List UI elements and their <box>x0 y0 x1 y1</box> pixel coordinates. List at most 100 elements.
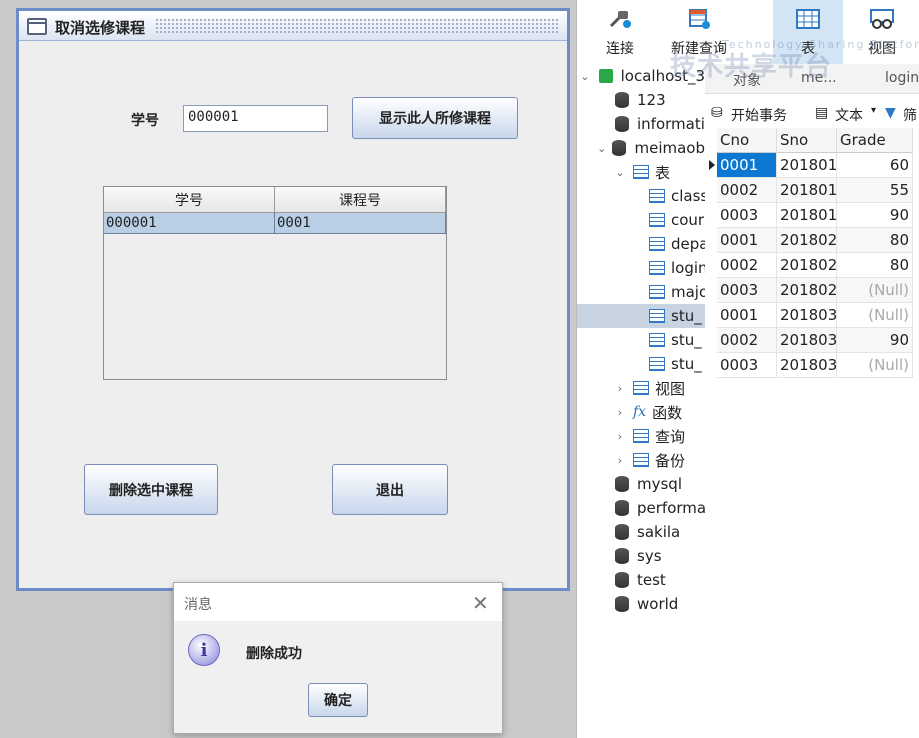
dialog-title-bar[interactable]: 消息 ✕ <box>174 583 502 621</box>
tree-item-db[interactable]: mysql <box>577 472 705 496</box>
grid-column-header[interactable]: Grade <box>837 128 913 153</box>
course-table[interactable]: 学号 课程号 000001 0001 <box>103 186 447 380</box>
table-icon <box>649 261 665 275</box>
close-icon[interactable]: ✕ <box>472 591 489 615</box>
tree-item-table[interactable]: class <box>577 184 705 208</box>
tree-item-folder-open[interactable]: ⌄ 表 <box>577 160 705 184</box>
tree-item-label: sys <box>637 547 662 565</box>
grid-column-header[interactable]: Cno <box>717 128 777 153</box>
database-icon <box>612 140 627 156</box>
grid-cell[interactable]: 0003 <box>717 278 777 303</box>
tree-item-db[interactable]: sakila <box>577 520 705 544</box>
grid-cell[interactable]: 0002 <box>717 178 777 203</box>
begin-transaction-icon[interactable]: ⛁ <box>711 105 723 121</box>
tree-item-label: sakila <box>637 523 681 541</box>
tree-item-label: 视图 <box>655 379 686 398</box>
info-icon: i <box>188 634 220 666</box>
grid-cell[interactable]: 80 <box>837 253 913 278</box>
chevron-down-icon[interactable]: ⌄ <box>613 166 627 179</box>
tree-item-db[interactable]: 123 <box>577 88 705 112</box>
tree-item-group-fx[interactable]: › fx 函数 <box>577 400 705 424</box>
grid-cell[interactable]: 90 <box>837 328 913 353</box>
grid-cell[interactable]: 0001 <box>717 228 777 253</box>
tree-item-table[interactable]: majo <box>577 280 705 304</box>
chevron-down-icon[interactable]: ⌄ <box>579 70 591 83</box>
course-cancel-window: 取消选修课程 学号 000001 显示此人所修课程 学号 课程号 000001 … <box>16 8 570 591</box>
tree-item-table[interactable]: stu_ <box>577 352 705 376</box>
grid-cell[interactable]: 60 <box>837 153 913 178</box>
grid-cell[interactable]: 201802 <box>777 228 837 253</box>
grid-cell[interactable]: 201801 <box>777 203 837 228</box>
grid-cell[interactable]: (Null) <box>837 303 913 328</box>
toolbar-connect[interactable]: 连接 <box>595 0 645 64</box>
grid-cell[interactable]: 0001 <box>717 303 777 328</box>
tree-item-db-open[interactable]: ⌄ meimaob <box>577 136 705 160</box>
tree-item-group[interactable]: › 备份 <box>577 448 705 472</box>
tree-item-db[interactable]: test <box>577 568 705 592</box>
grid-cell[interactable]: 0002 <box>717 328 777 353</box>
tree-item-group[interactable]: › 视图 <box>577 376 705 400</box>
grid-cell[interactable]: 0003 <box>717 203 777 228</box>
table-cell-student-id[interactable]: 000001 <box>104 213 275 234</box>
tree-item-table[interactable]: stu_ <box>577 304 705 328</box>
tree-item-db[interactable]: informati <box>577 112 705 136</box>
grid-cell[interactable]: 80 <box>837 228 913 253</box>
column-header-student-id[interactable]: 学号 <box>104 187 275 213</box>
connect-icon <box>609 11 631 28</box>
chevron-down-icon[interactable]: ▾ <box>871 105 876 116</box>
grid-cell[interactable]: 201802 <box>777 278 837 303</box>
tree-item-table[interactable]: depa <box>577 232 705 256</box>
database-icon <box>615 524 629 540</box>
table-icon <box>649 285 665 299</box>
grid-cell[interactable]: 201801 <box>777 178 837 203</box>
begin-transaction-button[interactable]: 开始事务 <box>731 105 787 125</box>
tree-item-db[interactable]: sys <box>577 544 705 568</box>
grid-cell[interactable]: 201801 <box>777 153 837 178</box>
table-cell-course-id[interactable]: 0001 <box>275 213 446 234</box>
grid-cell[interactable]: 0001 <box>717 153 777 178</box>
student-id-input[interactable]: 000001 <box>183 105 328 132</box>
grid-cell[interactable]: (Null) <box>837 278 913 303</box>
filter-button[interactable]: 筛 <box>903 105 917 125</box>
tree-item-table[interactable]: cour <box>577 208 705 232</box>
toolbar-view[interactable]: 视图 <box>849 0 915 64</box>
grid-cell[interactable]: 0002 <box>717 253 777 278</box>
grid-cell[interactable]: 201802 <box>777 253 837 278</box>
tab-login[interactable]: login <box>885 70 919 86</box>
show-courses-button[interactable]: 显示此人所修课程 <box>352 97 518 139</box>
tree-item-table[interactable]: login <box>577 256 705 280</box>
grid-cell[interactable]: 55 <box>837 178 913 203</box>
chevron-right-icon[interactable]: › <box>613 430 627 443</box>
data-grid[interactable]: Cno Sno Grade 0001 201801 60 0002 201801 55 0003 2… <box>709 128 919 378</box>
chevron-right-icon[interactable]: › <box>613 454 627 467</box>
chevron-right-icon[interactable]: › <box>613 406 627 419</box>
tree-item-db[interactable]: performa <box>577 496 705 520</box>
tree-item-label: mysql <box>637 475 682 493</box>
database-icon <box>615 596 629 612</box>
grid-cell[interactable]: 201803 <box>777 303 837 328</box>
tree-item-db[interactable]: world <box>577 592 705 616</box>
filter-icon[interactable]: ▼ <box>885 105 896 121</box>
table-icon <box>649 333 665 347</box>
tree-item-table[interactable]: stu_ <box>577 328 705 352</box>
grid-column-header[interactable]: Sno <box>777 128 837 153</box>
grid-cell[interactable]: 201803 <box>777 328 837 353</box>
text-view-button[interactable]: 文本 <box>835 105 863 125</box>
connection-icon <box>598 69 613 83</box>
text-view-icon[interactable]: ▤ <box>815 105 828 121</box>
grid-cell[interactable]: 0003 <box>717 353 777 378</box>
tree-item-label: login <box>671 259 705 277</box>
column-header-course-id[interactable]: 课程号 <box>275 187 446 213</box>
delete-selected-button[interactable]: 删除选中课程 <box>84 464 218 515</box>
grid-cell[interactable]: (Null) <box>837 353 913 378</box>
chevron-down-icon[interactable]: ⌄ <box>597 142 606 155</box>
tree-item-group[interactable]: › 查询 <box>577 424 705 448</box>
grid-cell[interactable]: 90 <box>837 203 913 228</box>
chevron-right-icon[interactable]: › <box>613 382 627 395</box>
window-title-bar[interactable]: 取消选修课程 <box>19 11 567 41</box>
grid-cell[interactable]: 201803 <box>777 353 837 378</box>
dialog-message: 删除成功 <box>246 646 302 662</box>
exit-button[interactable]: 退出 <box>332 464 448 515</box>
ok-button[interactable]: 确定 <box>308 683 368 717</box>
table-toolbar: ⛁ 开始事务 ▤ 文本 ▾ ▼ 筛 <box>705 100 919 128</box>
